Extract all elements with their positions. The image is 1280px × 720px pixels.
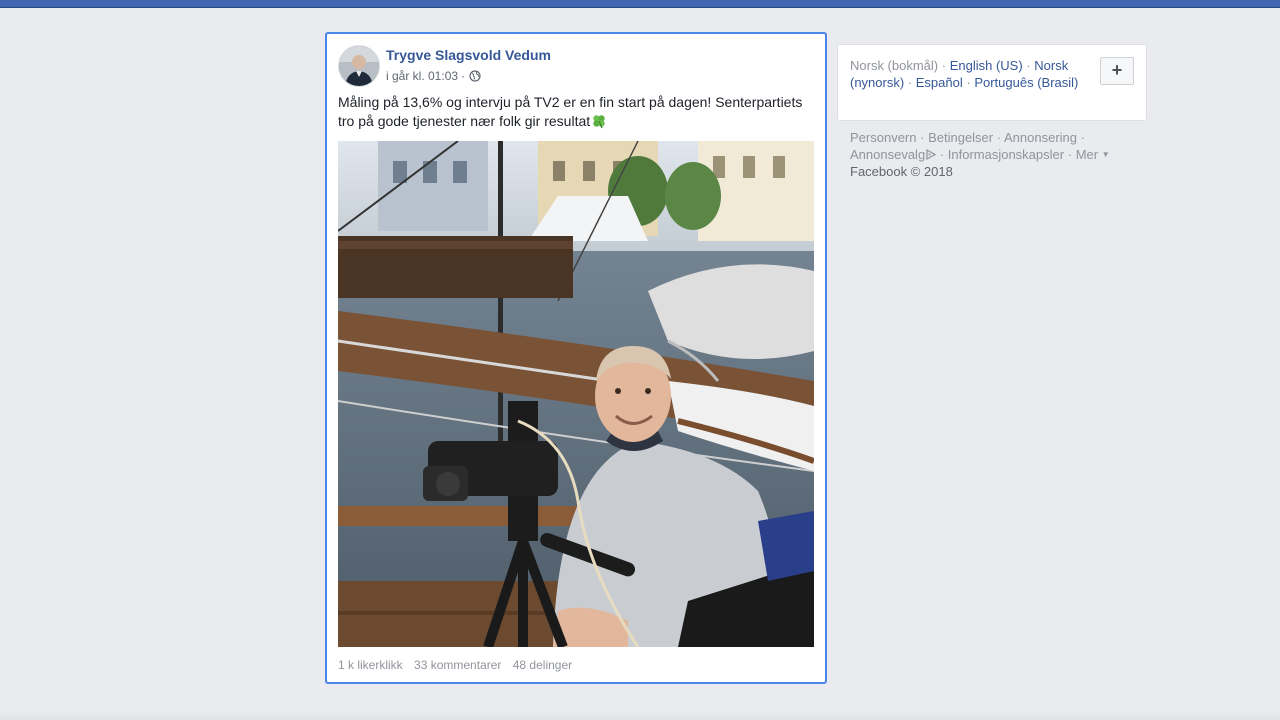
four-leaf-clover-icon: [593, 115, 605, 129]
language-link-portugues[interactable]: Português (Brasil): [974, 75, 1078, 90]
meta-separator: ·: [461, 69, 466, 83]
footer-link-ad-choices[interactable]: Annonsevalg: [850, 147, 937, 162]
bottom-edge: [0, 712, 1280, 720]
more-label: Mer: [1075, 147, 1099, 162]
ad-choices-icon: [926, 148, 937, 161]
footer-link-terms[interactable]: Betingelser: [928, 130, 993, 145]
post-message-text: Måling på 13,6% og intervju på TV2 er en…: [338, 94, 803, 129]
comments-count[interactable]: 33 kommentarer: [414, 658, 501, 672]
footer-separator: ·: [939, 147, 945, 162]
language-separator: ·: [941, 58, 950, 73]
footer-link-cookies[interactable]: Informasjonskapsler: [948, 147, 1064, 162]
post-meta: i går kl. 01:03 ·: [386, 69, 481, 83]
post-timestamp[interactable]: i går kl. 01:03: [386, 69, 458, 83]
language-list: Norsk (bokmål) · English (US) · Norsk (n…: [850, 57, 1090, 91]
language-separator: ·: [907, 75, 916, 90]
footer-links: Personvern · Betingelser · Annonsering ·…: [850, 129, 1140, 180]
globe-icon[interactable]: [469, 70, 481, 82]
add-language-button[interactable]: +: [1100, 57, 1134, 85]
shares-count[interactable]: 48 delinger: [513, 658, 572, 672]
footer-separator: ·: [996, 130, 1002, 145]
footer-separator: ·: [1080, 130, 1085, 145]
post-stats: 1 k likerklikk 33 kommentarer 48 delinge…: [338, 658, 580, 672]
language-link-english[interactable]: English (US): [950, 58, 1023, 73]
ad-choices-label: Annonsevalg: [850, 147, 926, 162]
language-selector: Norsk (bokmål) · English (US) · Norsk (n…: [837, 44, 1147, 121]
footer-link-more[interactable]: Mer ▼: [1076, 147, 1110, 162]
footer-separator: ·: [920, 130, 925, 145]
top-navigation-bar: [0, 0, 1280, 8]
author-avatar[interactable]: [338, 45, 380, 87]
likes-count[interactable]: 1 k likerklikk: [338, 658, 403, 672]
caret-down-icon: ▼: [1101, 150, 1110, 159]
footer-link-advertising[interactable]: Annonsering: [1004, 130, 1077, 145]
current-language: Norsk (bokmål): [850, 58, 939, 73]
author-name-link[interactable]: Trygve Slagsvold Vedum: [386, 47, 551, 63]
post-message: Måling på 13,6% og intervju på TV2 er en…: [338, 93, 814, 131]
copyright: Facebook © 2018: [850, 164, 953, 179]
footer-separator: ·: [1067, 147, 1073, 162]
footer-link-privacy[interactable]: Personvern: [850, 130, 916, 145]
post-card: Trygve Slagsvold Vedum i går kl. 01:03 ·…: [325, 32, 827, 684]
language-link-espanol[interactable]: Español: [916, 75, 963, 90]
post-photo[interactable]: [338, 141, 814, 647]
